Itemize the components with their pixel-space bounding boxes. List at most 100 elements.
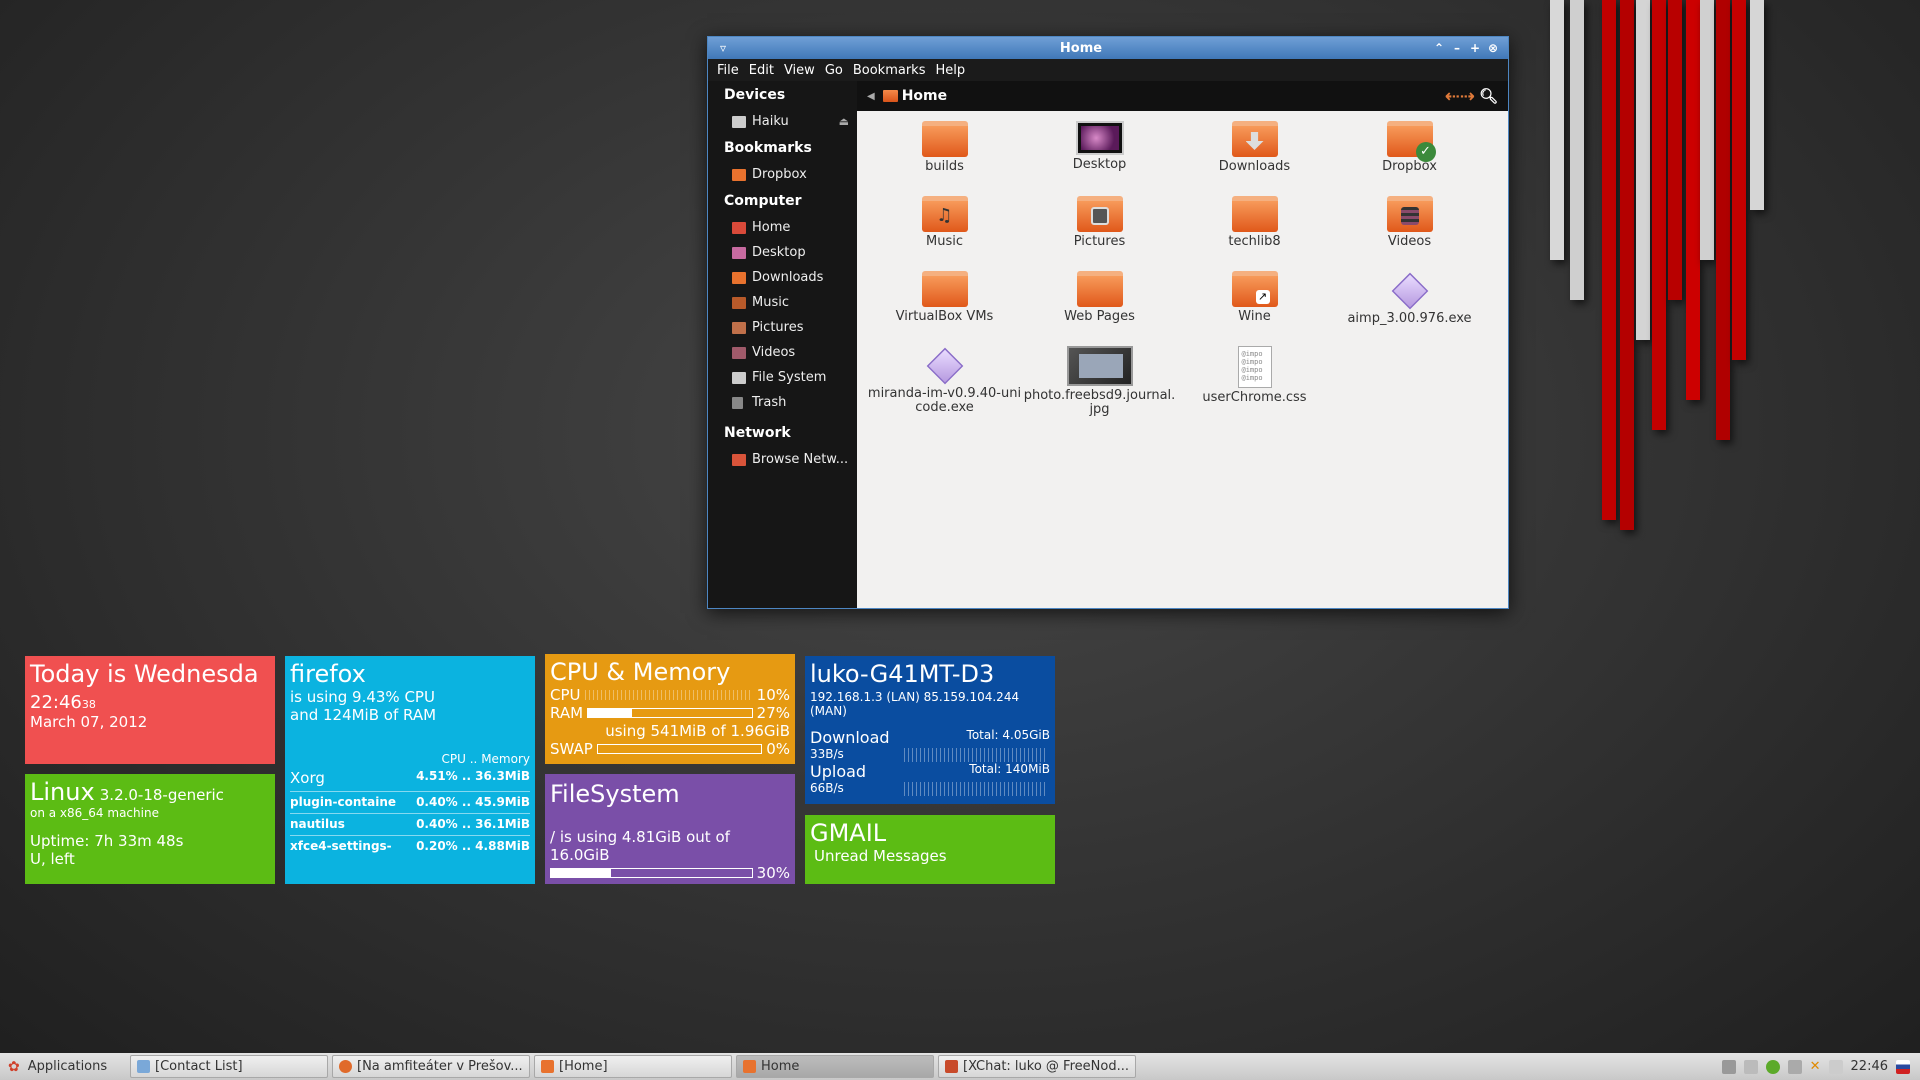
sidebar-item-label: Videos xyxy=(752,345,796,360)
taskbar-button-contact-list[interactable]: [Contact List] xyxy=(130,1055,328,1078)
sidebar-item-file-system[interactable]: File System xyxy=(708,365,857,390)
top-process-ram: and 124MiB of RAM xyxy=(290,706,437,724)
file-item[interactable]: VirtualBox VMs xyxy=(867,271,1022,346)
window-titlebar[interactable]: ▿ Home ⌃ – + ⊗ xyxy=(708,37,1508,59)
menubar: File Edit View Go Bookmarks Help xyxy=(708,59,1508,81)
drive-icon xyxy=(732,371,746,384)
keyboard-icon[interactable] xyxy=(1828,1059,1843,1074)
xchat-tray-icon[interactable]: ✕ xyxy=(1810,1059,1821,1074)
file-item[interactable]: techlib8 xyxy=(1177,196,1332,271)
filesystem-usage: / is using 4.81GiB out of 16.0GiB xyxy=(550,828,730,864)
cpu-graph xyxy=(584,690,753,700)
file-item[interactable]: Pictures xyxy=(1022,196,1177,271)
sidebar-item-pictures[interactable]: Pictures xyxy=(708,315,857,340)
file-item[interactable]: ↗ Wine xyxy=(1177,271,1332,346)
window-menu-icon[interactable]: ▿ xyxy=(714,41,732,55)
executable-icon xyxy=(926,347,963,385)
path-back-icon[interactable]: ◀ xyxy=(867,91,875,102)
menu-view[interactable]: View xyxy=(779,63,820,78)
download-row: Download 33B/s Total: 4.05GiB xyxy=(810,728,1050,762)
back-forward-arrows-icon[interactable]: ⇠⇢ xyxy=(1445,86,1475,107)
file-item[interactable]: Videos xyxy=(1332,196,1487,271)
mail-icon[interactable] xyxy=(1743,1059,1758,1074)
taskbar: ✿ Applications [Contact List] [Na amfiteá… xyxy=(0,1053,1920,1080)
sidebar-header-network: Network xyxy=(724,425,791,441)
clock[interactable]: 22:46 xyxy=(1851,1059,1888,1074)
applications-label: Applications xyxy=(27,1059,108,1074)
sidebar-item-videos[interactable]: Videos xyxy=(708,340,857,365)
top-process-cpu: is using 9.43% CPU xyxy=(290,688,435,706)
xchat-icon xyxy=(945,1060,958,1073)
file-item[interactable]: Desktop xyxy=(1022,121,1177,196)
dropbox-tray-icon[interactable] xyxy=(1787,1059,1802,1074)
menu-bookmarks[interactable]: Bookmarks xyxy=(848,63,931,78)
taskbar-label: [Na amfiteáter v Prešov... xyxy=(357,1059,523,1074)
sidebar-item-dropbox[interactable]: Dropbox xyxy=(708,162,857,187)
sidebar-item-label: Music xyxy=(752,295,789,310)
file-item[interactable]: ✓ Dropbox xyxy=(1332,121,1487,196)
taskbar-label: [Contact List] xyxy=(155,1059,243,1074)
taskbar-button-firefox[interactable]: [Na amfiteáter v Prešov... xyxy=(332,1055,530,1078)
sidebar-item-label: File System xyxy=(752,370,827,385)
flag-icon[interactable] xyxy=(1896,1059,1910,1074)
sidebar-item-haiku[interactable]: Haiku ⏏ xyxy=(708,109,857,134)
link-folder-icon: ↗ xyxy=(1231,271,1278,307)
taskbar-button-home[interactable]: Home xyxy=(736,1055,934,1078)
close-button[interactable]: ⊗ xyxy=(1484,41,1502,55)
sidebar-item-home[interactable]: Home xyxy=(708,215,857,240)
gmail-title: GMAIL xyxy=(810,819,887,847)
chat-icon[interactable] xyxy=(1765,1059,1780,1074)
trash-icon xyxy=(732,396,743,409)
maximize-button[interactable]: + xyxy=(1466,41,1484,55)
sidebar-item-desktop[interactable]: Desktop xyxy=(708,240,857,265)
menu-edit[interactable]: Edit xyxy=(744,63,779,78)
search-icon[interactable]: 🔍︎ xyxy=(1479,87,1498,105)
music-folder-icon: ♫ xyxy=(921,196,968,232)
file-label: Wine xyxy=(1238,309,1271,324)
process-row: Xorg 4.51% .. 36.3MiB xyxy=(290,766,530,792)
filesystem-row: 30% xyxy=(550,864,790,882)
menu-help[interactable]: Help xyxy=(930,63,970,78)
ram-bar xyxy=(587,708,753,718)
file-item[interactable]: Downloads xyxy=(1177,121,1332,196)
file-item[interactable]: photo.freebsd9.journal.jpg xyxy=(1022,346,1177,421)
pictures-folder-icon xyxy=(732,321,746,334)
process-row: nautilus 0.40% .. 36.1MiB xyxy=(290,814,530,836)
menu-file[interactable]: File xyxy=(712,63,744,78)
file-item[interactable]: builds xyxy=(867,121,1022,196)
file-item[interactable]: miranda-im-v0.9.40-unicode.exe xyxy=(867,346,1022,421)
sidebar-item-downloads[interactable]: Downloads xyxy=(708,265,857,290)
uptime: Uptime: 7h 33m 48s xyxy=(30,832,184,850)
file-label: miranda-im-v0.9.40-unicode.exe xyxy=(867,386,1022,415)
file-label: Web Pages xyxy=(1064,309,1135,324)
network-manager-icon[interactable] xyxy=(1721,1059,1736,1074)
process-column-header: CPU .. Memory xyxy=(441,752,530,766)
shade-button[interactable]: ⌃ xyxy=(1430,41,1448,55)
file-item[interactable]: aimp_3.00.976.exe xyxy=(1332,271,1487,346)
gmail-tile: GMAIL Unread Messages xyxy=(805,815,1055,884)
file-item[interactable]: ♫ Music xyxy=(867,196,1022,271)
image-thumbnail-icon xyxy=(1066,346,1133,386)
menu-go[interactable]: Go xyxy=(820,63,848,78)
taskbar-button-xchat[interactable]: [XChat: luko @ FreeNod... xyxy=(938,1055,1136,1078)
sidebar-item-trash[interactable]: Trash xyxy=(708,390,857,415)
file-label: photo.freebsd9.journal.jpg xyxy=(1023,388,1176,417)
applications-menu-button[interactable]: ✿ Applications xyxy=(0,1059,130,1075)
sidebar-item-music[interactable]: Music xyxy=(708,290,857,315)
location-button-home[interactable]: Home xyxy=(902,88,947,104)
folder-icon xyxy=(732,168,746,181)
eject-icon[interactable]: ⏏ xyxy=(839,115,849,128)
sidebar-item-browse-network[interactable]: Browse Netw... xyxy=(708,447,857,472)
window-title: Home xyxy=(1059,40,1103,56)
file-label: Videos xyxy=(1387,234,1432,249)
minimize-button[interactable]: – xyxy=(1448,41,1466,55)
users-line: U, left xyxy=(30,850,75,868)
memory-usage: using 541MiB of 1.96GiB xyxy=(605,722,790,740)
file-item[interactable]: Web Pages xyxy=(1022,271,1177,346)
executable-icon xyxy=(1391,272,1428,310)
file-item[interactable]: @impo @impo @impo @impo userChrome.css xyxy=(1177,346,1332,421)
taskbar-button-home-minimized[interactable]: [Home] xyxy=(534,1055,732,1078)
videos-folder-icon xyxy=(1386,196,1433,232)
sidebar-item-label: Haiku xyxy=(752,114,789,129)
desktop-icon xyxy=(732,246,746,259)
